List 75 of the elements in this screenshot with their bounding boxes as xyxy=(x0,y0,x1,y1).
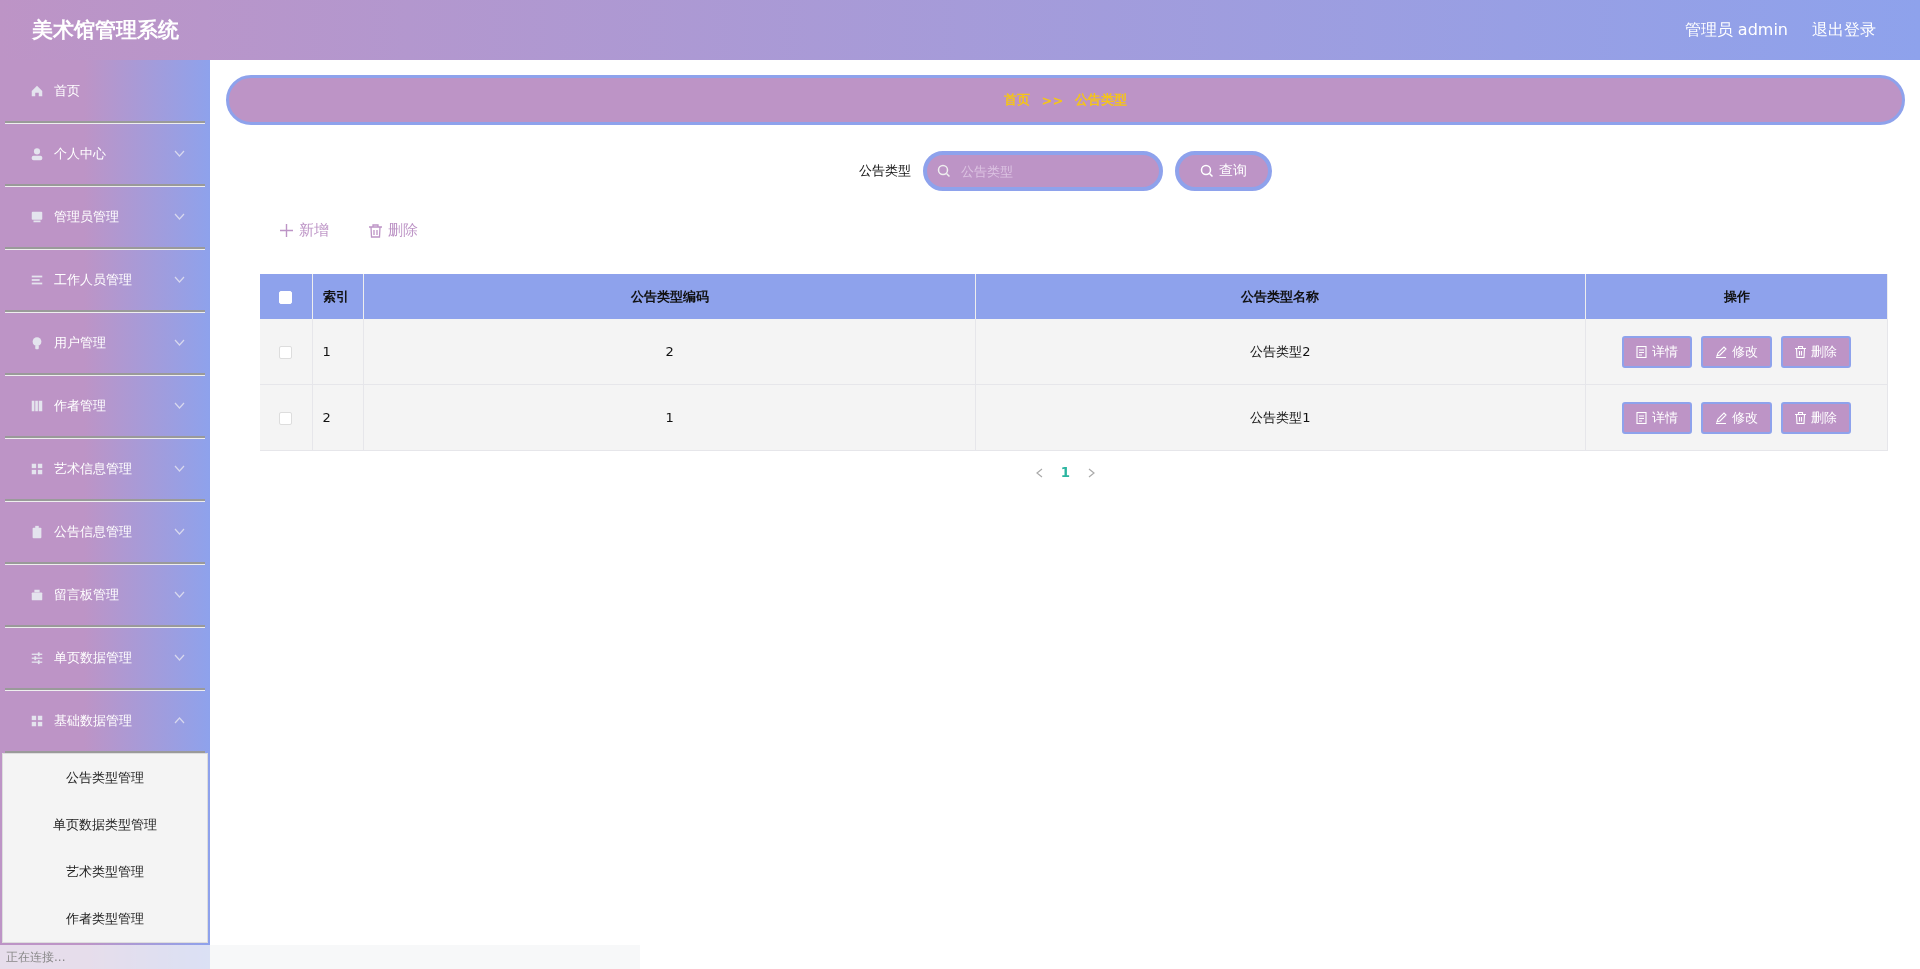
column-header: 公告类型编码 xyxy=(363,274,976,319)
plus-icon xyxy=(280,224,293,237)
monitor-icon xyxy=(30,209,44,224)
chevron-icon xyxy=(174,528,185,535)
add-button[interactable]: 新增 xyxy=(280,221,329,240)
sidebar-item[interactable]: 艺术信息管理 xyxy=(5,438,205,501)
table-cell: 2 xyxy=(363,319,976,385)
column-header: 公告类型名称 xyxy=(975,274,1586,319)
status-text: 正在连接... xyxy=(0,945,640,969)
home-icon xyxy=(30,83,44,98)
chevron-icon xyxy=(174,276,185,283)
checkbox[interactable] xyxy=(279,346,293,359)
delete-button[interactable]: 删除 xyxy=(1781,335,1852,368)
column-header: 索引 xyxy=(312,274,364,319)
trash-icon xyxy=(369,223,382,238)
details-button[interactable]: 详情 xyxy=(1622,401,1693,434)
sidebar-item[interactable]: 工作人员管理 xyxy=(5,249,205,312)
delete-button[interactable]: 删除 xyxy=(369,221,418,240)
books-icon xyxy=(30,398,44,413)
edit-button[interactable]: 修改 xyxy=(1701,401,1773,434)
grid-icon xyxy=(30,461,44,476)
trash-icon xyxy=(1795,345,1807,358)
sliders-icon xyxy=(30,650,44,665)
search-icon xyxy=(1200,164,1214,178)
chevron-icon xyxy=(174,402,185,409)
next-page-icon[interactable] xyxy=(1088,467,1096,478)
grid-icon xyxy=(30,713,44,728)
search-label: 公告类型 xyxy=(859,162,911,180)
sidebar-item[interactable]: 留言板管理 xyxy=(5,564,205,627)
chevron-icon xyxy=(174,339,185,346)
sidebar-item[interactable]: 管理员管理 xyxy=(5,186,205,249)
submenu-item[interactable]: 公告类型管理 xyxy=(3,754,207,801)
sidebar-item[interactable]: 首页 xyxy=(5,60,205,123)
sidebar-item[interactable]: 单页数据管理 xyxy=(5,627,205,690)
app-title: 美术馆管理系统 xyxy=(32,17,180,44)
sidebar-item[interactable]: 个人中心 xyxy=(5,123,205,186)
trash-icon xyxy=(1795,411,1807,424)
document-icon xyxy=(1636,345,1648,358)
column-header: 操作 xyxy=(1585,274,1888,319)
breadcrumb-link[interactable]: 首页 xyxy=(1003,91,1030,109)
chevron-icon xyxy=(174,213,185,220)
table-cell: 公告类型2 xyxy=(975,319,1586,385)
prev-page-icon[interactable] xyxy=(1035,467,1043,478)
table-cell: 2 xyxy=(312,384,364,451)
chevron-icon xyxy=(174,591,185,598)
submenu-item[interactable]: 艺术类型管理 xyxy=(3,848,207,895)
submenu-item[interactable]: 单页数据类型管理 xyxy=(3,801,207,848)
page-button[interactable]: 1 xyxy=(1060,465,1071,480)
edit-button[interactable]: 修改 xyxy=(1701,335,1773,368)
details-button[interactable]: 详情 xyxy=(1622,335,1693,368)
submenu-item[interactable]: 作者类型管理 xyxy=(3,895,207,942)
table-cell: 1 xyxy=(363,384,976,451)
bulb-icon xyxy=(30,335,44,350)
breadcrumb-link[interactable]: 公告类型 xyxy=(1075,91,1128,109)
chevron-icon xyxy=(174,717,185,724)
checkbox[interactable] xyxy=(279,412,293,425)
table-cell: 公告类型1 xyxy=(975,384,1586,451)
user-icon xyxy=(30,146,44,161)
table-cell: 1 xyxy=(312,319,364,385)
logout-link[interactable]: 退出登录 xyxy=(1812,19,1876,41)
delete-button[interactable]: 删除 xyxy=(1781,401,1852,434)
pencil-icon xyxy=(1715,345,1728,358)
chevron-icon xyxy=(174,654,185,661)
chevron-icon xyxy=(174,150,185,157)
briefcase-icon xyxy=(30,587,44,602)
document-icon xyxy=(1636,411,1648,424)
user-label: 管理员 admin xyxy=(1684,19,1788,41)
search-button[interactable]: 查询 xyxy=(1175,151,1272,191)
clipboard-icon xyxy=(30,524,44,539)
pencil-icon xyxy=(1715,411,1728,424)
sidebar-item[interactable]: 公告信息管理 xyxy=(5,501,205,564)
breadcrumb-separator: >> xyxy=(1041,92,1064,108)
sidebar-item[interactable]: 用户管理 xyxy=(5,312,205,375)
sidebar-item[interactable]: 作者管理 xyxy=(5,375,205,438)
chevron-icon xyxy=(174,465,185,472)
